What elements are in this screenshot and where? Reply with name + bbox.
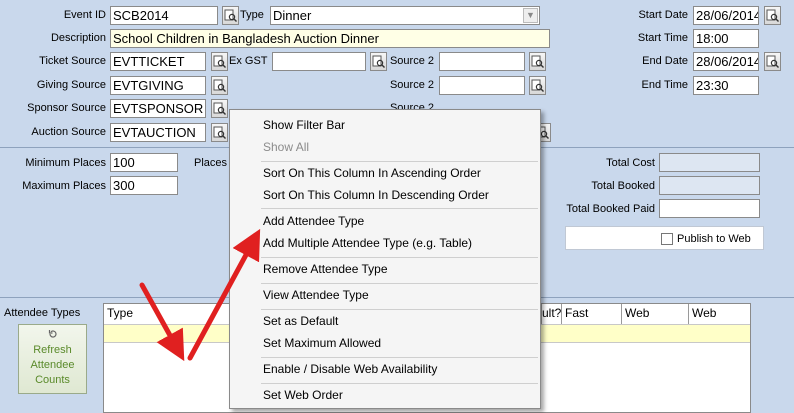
annotation-arrow-down — [139, 282, 185, 362]
annotation-arrows — [139, 228, 261, 362]
annotation-arrow-up — [187, 228, 261, 361]
